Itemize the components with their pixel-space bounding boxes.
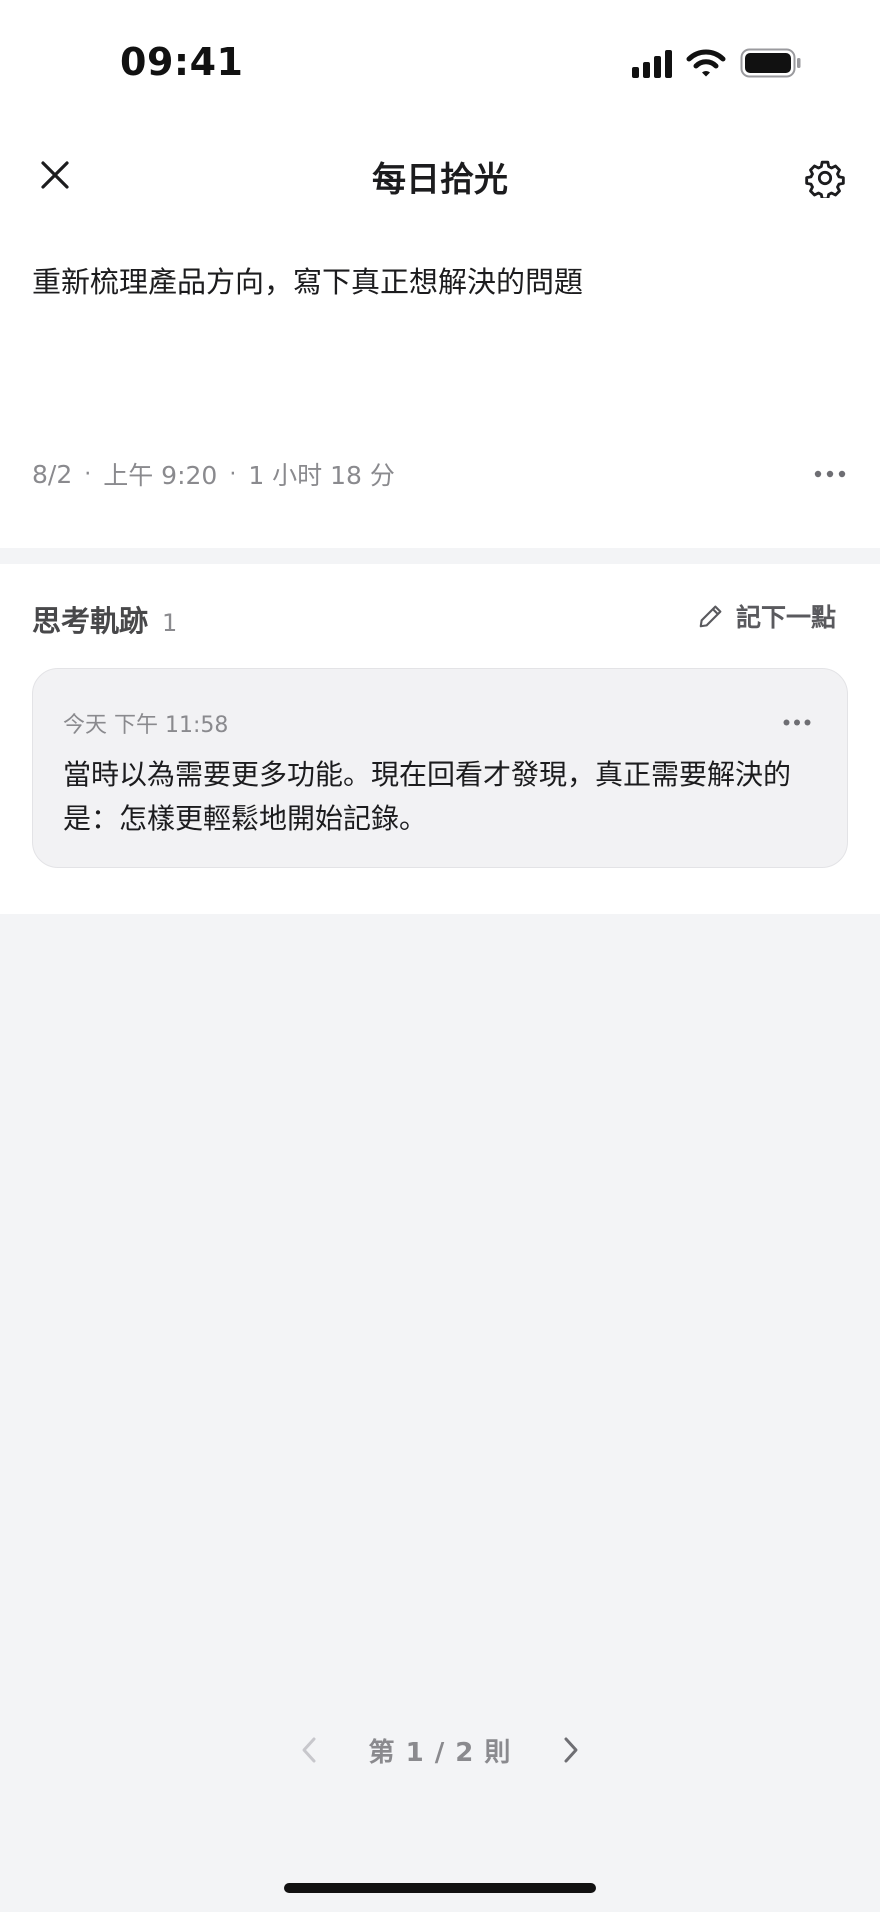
add-thought-button[interactable]: 記下一點	[696, 598, 836, 634]
battery-icon	[740, 48, 801, 78]
settings-button[interactable]	[800, 153, 850, 203]
wifi-icon	[686, 49, 726, 77]
status-time: 09:41	[120, 40, 244, 84]
cellular-signal-icon	[632, 48, 672, 78]
home-indicator[interactable]	[284, 1883, 596, 1893]
entry-time: 上午 9:20	[103, 461, 218, 490]
meta-separator: ·	[229, 461, 237, 487]
entry-more-button[interactable]	[810, 456, 850, 492]
pagination: 第 1 / 2 則	[0, 1730, 880, 1770]
entry-header-area: 09:41 每日拾光 重新梳理產品方向，寫下真正想解決的問題 8/2 · 上午 …	[0, 0, 880, 548]
gear-icon	[805, 160, 845, 198]
thought-text: 當時以為需要更多功能。現在回看才發現，真正需要解決的是：怎樣更輕鬆地開始記錄。	[63, 758, 792, 835]
entry-date: 8/2	[32, 459, 73, 489]
status-icons	[632, 48, 802, 78]
more-horizontal-icon	[814, 470, 846, 478]
chevron-left-icon	[302, 1737, 316, 1763]
previous-page-button[interactable]	[289, 1730, 329, 1770]
add-thought-label: 記下一點	[735, 603, 836, 632]
pencil-icon	[699, 605, 722, 628]
entry-duration: 1 小时 18 分	[248, 461, 395, 490]
thoughts-section: 思考軌跡 1 記下一點 今天 下午 11:58 當時以為需要更多功能。現在回看才…	[0, 564, 880, 914]
thought-time: 今天 下午 11:58	[63, 713, 229, 738]
thought-more-button[interactable]	[777, 707, 817, 737]
thought-card[interactable]: 今天 下午 11:58 當時以為需要更多功能。現在回看才發現，真正需要解決的是：…	[32, 668, 848, 868]
entry-title[interactable]: 重新梳理產品方向，寫下真正想解決的問題	[32, 262, 852, 302]
section-title: 思考軌跡	[32, 604, 149, 638]
page-title: 每日拾光	[372, 160, 508, 200]
thoughts-count: 1	[162, 609, 178, 637]
next-page-button[interactable]	[551, 1730, 591, 1770]
thoughts-header: 思考軌跡 1	[32, 598, 177, 640]
meta-separator: ·	[84, 461, 92, 487]
page-indicator: 第 1 / 2 則	[368, 1737, 512, 1768]
chevron-right-icon	[564, 1737, 578, 1763]
entry-meta: 8/2 · 上午 9:20 · 1 小时 18 分	[32, 456, 395, 492]
more-horizontal-icon	[783, 719, 811, 725]
app-screen: 09:41 每日拾光 重新梳理產品方向，寫下真正想解決的問題 8/2 · 上午 …	[0, 0, 880, 1912]
